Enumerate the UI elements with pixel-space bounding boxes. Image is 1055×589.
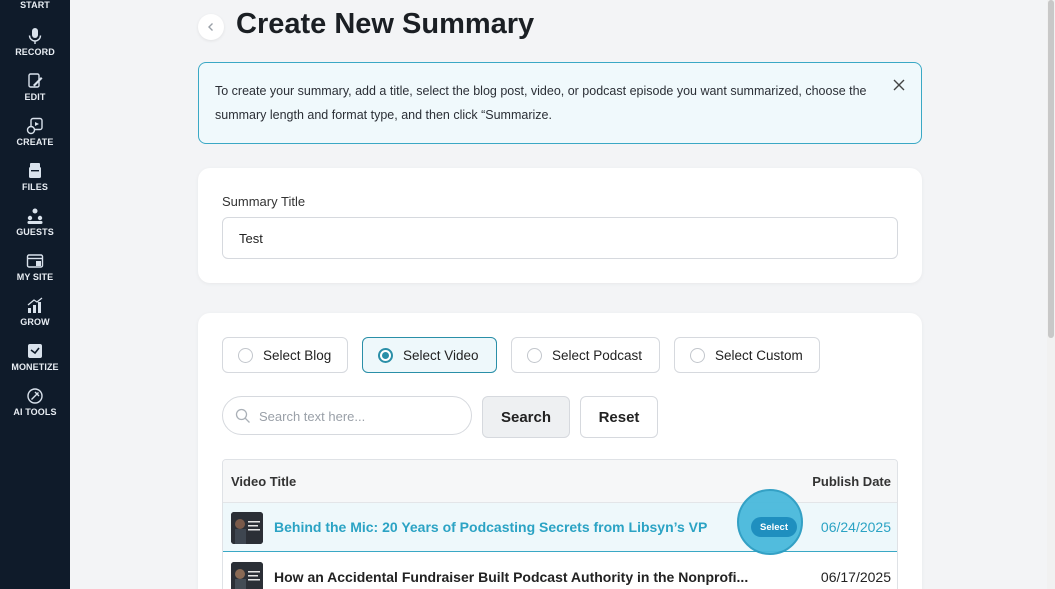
- table-row[interactable]: How an Accidental Fundraiser Built Podca…: [223, 553, 897, 589]
- sidebar-item-label: GUESTS: [16, 227, 54, 237]
- video-thumbnail: [231, 512, 263, 544]
- radio-circle: [690, 347, 705, 363]
- back-button[interactable]: [198, 14, 224, 40]
- sidebar-item-monetize[interactable]: MONETIZE: [0, 342, 70, 372]
- radio-circle-selected: [378, 347, 393, 363]
- sidebar-item-label: EDIT: [24, 92, 46, 102]
- select-podcast-option[interactable]: Select Podcast: [511, 337, 660, 373]
- sidebar-item-my-site[interactable]: MY SITE: [0, 252, 70, 282]
- select-blog-option[interactable]: Select Blog: [222, 337, 348, 373]
- table-row[interactable]: Behind the Mic: 20 Years of Podcasting S…: [223, 489, 897, 555]
- page-scrollbar[interactable]: [1047, 0, 1055, 589]
- sidebar-item-files[interactable]: FILES: [0, 162, 70, 192]
- info-banner: To create your summary, add a title, sel…: [198, 62, 922, 144]
- chevron-left-icon: [208, 23, 213, 31]
- sidebar-item-label: CREATE: [16, 137, 54, 147]
- source-select-card: Select Blog Select Video Select Podcast …: [198, 313, 922, 589]
- sidebar-item-start[interactable]: START: [0, 0, 70, 10]
- select-blog-label: Select Blog: [263, 347, 332, 363]
- select-video-option[interactable]: Select Video: [362, 337, 497, 373]
- radio-circle: [527, 347, 542, 363]
- search-field[interactable]: [222, 396, 472, 435]
- video-table: Video Title Publish Date Behind the Mic:…: [222, 459, 898, 589]
- guests-icon: [27, 208, 43, 224]
- sidebar-item-label: GROW: [20, 317, 50, 327]
- site-icon: [26, 254, 44, 268]
- sidebar-item-record[interactable]: RECORD: [0, 27, 70, 57]
- create-icon: [26, 117, 43, 135]
- sidebar-item-label: MONETIZE: [11, 362, 59, 372]
- column-header-video-title: Video Title: [231, 474, 297, 489]
- radio-circle: [238, 347, 253, 363]
- page-title: Create New Summary: [236, 8, 535, 40]
- sidebar-item-label: START: [20, 0, 50, 10]
- summary-title-label: Summary Title: [222, 194, 306, 209]
- sidebar-item-label: MY SITE: [16, 272, 54, 282]
- close-icon[interactable]: [891, 77, 907, 93]
- sidebar-item-ai-tools[interactable]: AI TOOLS: [0, 387, 70, 417]
- select-podcast-label: Select Podcast: [552, 347, 643, 363]
- search-icon: [235, 408, 250, 423]
- reset-button[interactable]: Reset: [580, 396, 658, 438]
- scrollbar-thumb[interactable]: [1048, 0, 1054, 338]
- sidebar-item-guests[interactable]: GUESTS: [0, 207, 70, 237]
- video-title[interactable]: Behind the Mic: 20 Years of Podcasting S…: [274, 519, 707, 535]
- select-video-label: Select Video: [403, 347, 479, 363]
- summary-title-input[interactable]: [222, 217, 898, 259]
- search-input[interactable]: [259, 405, 459, 427]
- sidebar: START RECORD EDIT CREATE FILES GUESTS MY…: [0, 0, 70, 589]
- info-banner-text: To create your summary, add a title, sel…: [215, 84, 867, 122]
- table-header: Video Title Publish Date: [223, 460, 897, 503]
- column-header-publish-date: Publish Date: [812, 474, 891, 489]
- search-button[interactable]: Search: [482, 396, 570, 438]
- publish-date: 06/17/2025: [820, 569, 891, 585]
- publish-date: 06/24/2025: [820, 519, 891, 535]
- files-icon: [29, 163, 41, 178]
- video-thumbnail: [231, 562, 263, 589]
- sidebar-item-label: FILES: [21, 182, 48, 192]
- sidebar-item-label: AI TOOLS: [13, 407, 57, 417]
- video-title[interactable]: How an Accidental Fundraiser Built Podca…: [274, 569, 748, 585]
- ai-tools-icon: [27, 388, 43, 404]
- sidebar-item-edit[interactable]: EDIT: [0, 72, 70, 102]
- summary-title-card: Summary Title: [198, 168, 922, 283]
- sidebar-item-create[interactable]: CREATE: [0, 117, 70, 147]
- select-custom-label: Select Custom: [715, 347, 803, 363]
- microphone-icon: [28, 28, 42, 44]
- select-custom-option[interactable]: Select Custom: [674, 337, 820, 373]
- select-video-button[interactable]: Select: [751, 517, 797, 537]
- edit-icon: [28, 73, 43, 88]
- grow-icon: [27, 297, 43, 313]
- monetize-icon: [28, 344, 42, 358]
- sidebar-item-label: RECORD: [15, 47, 55, 57]
- sidebar-item-grow[interactable]: GROW: [0, 297, 70, 327]
